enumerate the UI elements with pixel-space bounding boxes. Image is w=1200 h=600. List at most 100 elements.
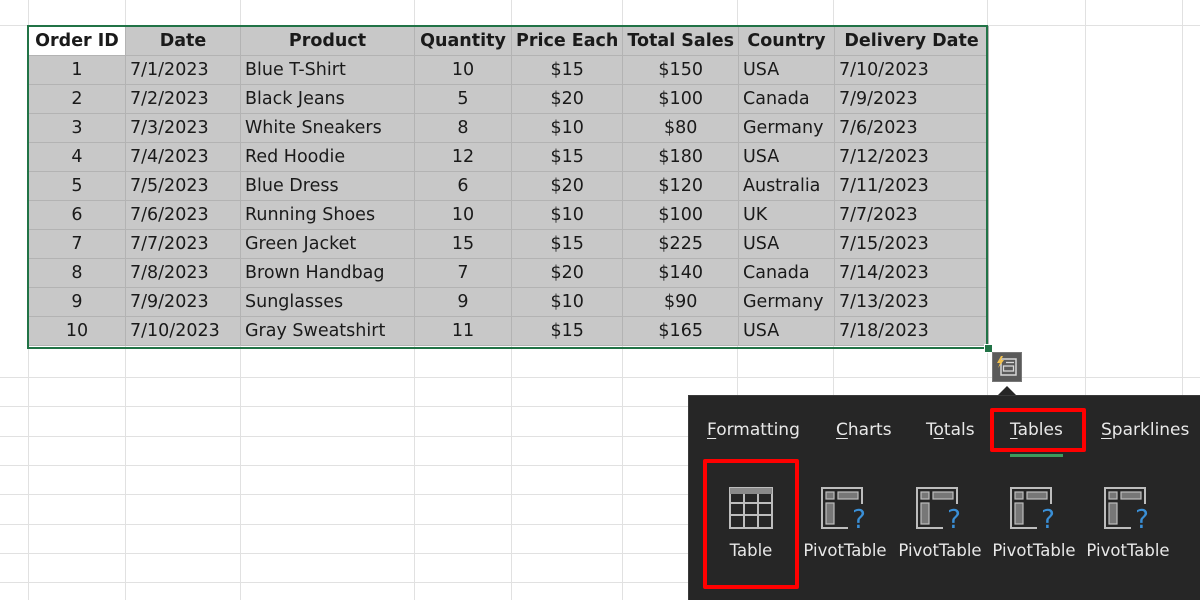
table-cell[interactable]: 7/6/2023 xyxy=(125,200,241,230)
table-cell[interactable]: 7/5/2023 xyxy=(125,171,241,201)
table-cell[interactable]: 11 xyxy=(414,316,512,346)
table-cell[interactable]: $100 xyxy=(622,84,739,114)
header-cell[interactable]: Product xyxy=(240,26,415,56)
table-cell[interactable]: Red Hoodie xyxy=(240,142,415,172)
tab-tables[interactable]: Tables xyxy=(1010,420,1063,440)
header-cell[interactable]: Date xyxy=(125,26,241,56)
table-cell[interactable]: 7/1/2023 xyxy=(125,55,241,85)
table-cell[interactable]: 5 xyxy=(414,84,512,114)
table-cell[interactable]: 9 xyxy=(414,287,512,317)
table-cell[interactable]: Germany xyxy=(738,287,835,317)
table-cell[interactable]: UK xyxy=(738,200,835,230)
table-cell[interactable]: $80 xyxy=(622,113,739,143)
header-cell[interactable]: Price Each xyxy=(510,26,624,56)
table-cell[interactable]: 10 xyxy=(414,200,512,230)
table-cell[interactable]: 8 xyxy=(414,113,512,143)
table-cell[interactable]: 7/2/2023 xyxy=(125,84,241,114)
header-cell[interactable]: Quantity xyxy=(414,26,512,56)
header-cell[interactable]: Country xyxy=(738,26,835,56)
tab-charts[interactable]: Charts xyxy=(836,420,892,440)
table-cell[interactable]: 7/4/2023 xyxy=(125,142,241,172)
table-cell[interactable]: 7/10/2023 xyxy=(125,316,241,346)
table-cell[interactable]: Gray Sweatshirt xyxy=(240,316,415,346)
table-cell[interactable]: 7/14/2023 xyxy=(834,258,989,288)
table-cell[interactable]: 7/9/2023 xyxy=(125,287,241,317)
header-cell[interactable]: Total Sales xyxy=(622,26,739,56)
table-cell[interactable]: White Sneakers xyxy=(240,113,415,143)
table-cell[interactable]: $120 xyxy=(622,171,739,201)
table-cell[interactable]: Blue T-Shirt xyxy=(240,55,415,85)
table-cell[interactable]: $15 xyxy=(510,55,624,85)
table-cell[interactable]: 7/18/2023 xyxy=(834,316,989,346)
table-cell[interactable]: $10 xyxy=(510,200,624,230)
table-cell[interactable]: 7/9/2023 xyxy=(834,84,989,114)
table-cell[interactable]: USA xyxy=(738,55,835,85)
table-cell[interactable]: $165 xyxy=(622,316,739,346)
table-cell[interactable]: USA xyxy=(738,229,835,259)
table-cell[interactable]: $15 xyxy=(510,316,624,346)
header-cell[interactable]: Delivery Date xyxy=(834,26,989,56)
pivot-table-option[interactable]: ? PivotTable xyxy=(1081,482,1175,572)
tab-totals[interactable]: Totals xyxy=(926,420,975,440)
table-cell[interactable]: Sunglasses xyxy=(240,287,415,317)
table-cell[interactable]: 7/12/2023 xyxy=(834,142,989,172)
table-option[interactable]: Table xyxy=(704,482,798,572)
pivot-table-option[interactable]: ? PivotTable xyxy=(893,482,987,572)
table-cell[interactable]: $20 xyxy=(510,171,624,201)
table-cell[interactable]: 15 xyxy=(414,229,512,259)
table-cell[interactable]: $150 xyxy=(622,55,739,85)
table-cell[interactable]: 7/15/2023 xyxy=(834,229,989,259)
quick-analysis-button[interactable] xyxy=(992,352,1022,382)
table-cell[interactable]: 3 xyxy=(28,113,126,143)
table-cell[interactable]: 7/10/2023 xyxy=(834,55,989,85)
table-cell[interactable]: 7/6/2023 xyxy=(834,113,989,143)
table-cell[interactable]: $90 xyxy=(622,287,739,317)
table-cell[interactable]: 7/8/2023 xyxy=(125,258,241,288)
table-cell[interactable]: 10 xyxy=(414,55,512,85)
table-cell[interactable]: 5 xyxy=(28,171,126,201)
quick-analysis-icon xyxy=(997,356,1017,376)
table-cell[interactable]: 7 xyxy=(414,258,512,288)
tab-sparklines[interactable]: Sparklines xyxy=(1101,420,1189,440)
table-cell[interactable]: Brown Handbag xyxy=(240,258,415,288)
header-cell[interactable]: Order ID xyxy=(28,26,126,56)
table-cell[interactable]: 12 xyxy=(414,142,512,172)
table-cell[interactable]: 7/3/2023 xyxy=(125,113,241,143)
tab-formatting[interactable]: Formatting xyxy=(707,420,800,440)
table-cell[interactable]: 4 xyxy=(28,142,126,172)
table-cell[interactable]: 9 xyxy=(28,287,126,317)
table-cell[interactable]: 7/13/2023 xyxy=(834,287,989,317)
table-cell[interactable]: $10 xyxy=(510,287,624,317)
table-cell[interactable]: Australia xyxy=(738,171,835,201)
table-cell[interactable]: $225 xyxy=(622,229,739,259)
table-cell[interactable]: $10 xyxy=(510,113,624,143)
table-cell[interactable]: 1 xyxy=(28,55,126,85)
pivot-table-option[interactable]: ? PivotTable xyxy=(987,482,1081,572)
pivot-table-option[interactable]: ? PivotTable xyxy=(798,482,892,572)
table-cell[interactable]: $20 xyxy=(510,84,624,114)
table-cell[interactable]: USA xyxy=(738,142,835,172)
table-cell[interactable]: Black Jeans xyxy=(240,84,415,114)
table-cell[interactable]: 7/11/2023 xyxy=(834,171,989,201)
table-cell[interactable]: $20 xyxy=(510,258,624,288)
table-cell[interactable]: 7/7/2023 xyxy=(125,229,241,259)
table-cell[interactable]: 6 xyxy=(414,171,512,201)
table-cell[interactable]: Canada xyxy=(738,84,835,114)
table-cell[interactable]: $140 xyxy=(622,258,739,288)
table-cell[interactable]: Germany xyxy=(738,113,835,143)
table-cell[interactable]: 7 xyxy=(28,229,126,259)
table-cell[interactable]: $15 xyxy=(510,142,624,172)
table-cell[interactable]: $180 xyxy=(622,142,739,172)
table-cell[interactable]: Running Shoes xyxy=(240,200,415,230)
table-cell[interactable]: Green Jacket xyxy=(240,229,415,259)
table-cell[interactable]: USA xyxy=(738,316,835,346)
table-cell[interactable]: Canada xyxy=(738,258,835,288)
table-cell[interactable]: Blue Dress xyxy=(240,171,415,201)
table-cell[interactable]: $15 xyxy=(510,229,624,259)
table-cell[interactable]: 2 xyxy=(28,84,126,114)
table-cell[interactable]: 8 xyxy=(28,258,126,288)
table-cell[interactable]: 6 xyxy=(28,200,126,230)
table-cell[interactable]: 10 xyxy=(28,316,126,346)
table-cell[interactable]: $100 xyxy=(622,200,739,230)
table-cell[interactable]: 7/7/2023 xyxy=(834,200,989,230)
